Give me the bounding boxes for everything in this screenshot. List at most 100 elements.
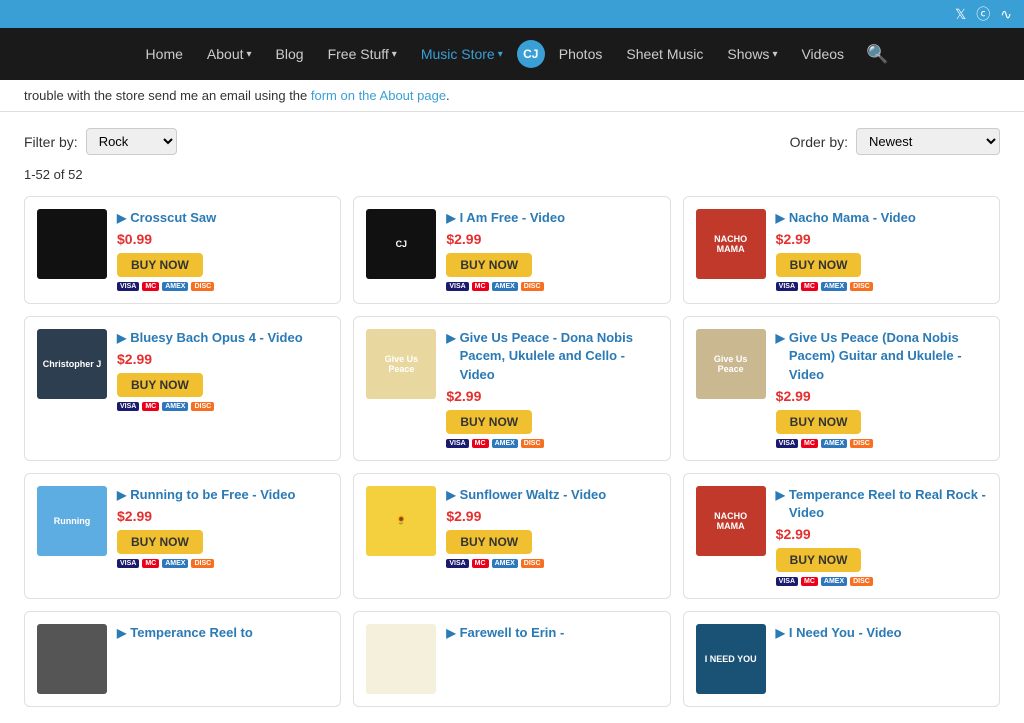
product-thumbnail: I NEED YOU — [696, 624, 766, 694]
visa-icon: VISA — [117, 402, 139, 411]
visa-icon: VISA — [117, 282, 139, 291]
visa-icon: VISA — [776, 282, 798, 291]
payment-icons: VISAMCAMEXDISC — [117, 402, 328, 411]
nav-shows[interactable]: Shows ▾ — [717, 40, 787, 68]
play-icon: ▶ — [776, 330, 785, 347]
payment-icons: VISAMCAMEXDISC — [776, 439, 987, 448]
product-thumbnail: Give Us Peace — [696, 329, 766, 399]
about-page-link[interactable]: form on the About page — [311, 88, 446, 103]
product-thumbnail: Give Us Peace — [366, 329, 436, 399]
product-thumbnail: NACHO MAMA — [696, 209, 766, 279]
product-price: $2.99 — [776, 526, 987, 542]
nav-home[interactable]: Home — [136, 40, 193, 68]
mc-icon: MC — [801, 577, 818, 586]
social-bar: 𝕏 ⓒ ∿ — [0, 0, 1024, 28]
product-thumbnail: 🌻 — [366, 486, 436, 556]
buy-now-button[interactable]: BUY NOW — [117, 373, 203, 397]
product-card: Running▶Running to be Free - Video$2.99B… — [24, 473, 341, 599]
search-icon[interactable]: 🔍 — [866, 44, 888, 65]
amex-icon: AMEX — [492, 282, 518, 291]
visa-icon: VISA — [446, 282, 468, 291]
about-dropdown-arrow: ▾ — [247, 49, 252, 60]
buy-now-button[interactable]: BUY NOW — [446, 530, 532, 554]
mc-icon: MC — [801, 439, 818, 448]
instagram-link[interactable]: ⓒ — [976, 4, 990, 24]
nav-photos[interactable]: Photos — [549, 40, 613, 68]
buy-now-button[interactable]: BUY NOW — [446, 253, 532, 277]
play-icon: ▶ — [776, 210, 785, 227]
product-price: $2.99 — [446, 388, 657, 404]
product-card: NACHO MAMA▶Nacho Mama - Video$2.99BUY NO… — [683, 196, 1000, 304]
disc-icon: DISC — [191, 402, 214, 411]
product-thumbnail: CJ — [366, 209, 436, 279]
amex-icon: AMEX — [492, 439, 518, 448]
product-info: ▶Crosscut Saw $0.99 BUY NOW VISAMCAMEXDISC — [117, 209, 328, 291]
amex-icon: AMEX — [821, 439, 847, 448]
product-title: ▶Temperance Reel to Real Rock - Video — [776, 486, 987, 522]
disc-icon: DISC — [521, 559, 544, 568]
product-card: ▶Temperance Reel to — [24, 611, 341, 707]
amex-icon: AMEX — [162, 559, 188, 568]
notice-bar: trouble with the store send me an email … — [0, 80, 1024, 112]
buy-now-button[interactable]: BUY NOW — [117, 253, 203, 277]
play-icon: ▶ — [446, 210, 455, 227]
visa-icon: VISA — [446, 439, 468, 448]
product-info: ▶Nacho Mama - Video$2.99BUY NOWVISAMCAME… — [776, 209, 987, 291]
filter-row: Filter by: Rock Blues Classical Country … — [24, 128, 1000, 155]
nav-free-stuff[interactable]: Free Stuff ▾ — [318, 40, 407, 68]
visa-icon: VISA — [117, 559, 139, 568]
product-title: ▶Give Us Peace (Dona Nobis Pacem) Guitar… — [776, 329, 987, 384]
disc-icon: DISC — [850, 577, 873, 586]
payment-icons: VISAMCAMEXDISC — [117, 282, 328, 291]
product-title: ▶Crosscut Saw — [117, 209, 328, 227]
product-title: ▶I Am Free - Video — [446, 209, 657, 227]
buy-now-button[interactable]: BUY NOW — [117, 530, 203, 554]
nav-videos[interactable]: Videos — [791, 40, 854, 68]
product-title-partial: ▶I Need You - Video — [776, 624, 987, 642]
product-thumbnail: NACHO MAMA — [696, 486, 766, 556]
nav-about[interactable]: About ▾ — [197, 40, 262, 68]
play-icon: ▶ — [776, 625, 785, 642]
product-thumbnail: Running — [37, 486, 107, 556]
rss-link[interactable]: ∿ — [1000, 6, 1012, 23]
filter-label: Filter by: — [24, 134, 78, 150]
product-info: ▶Running to be Free - Video$2.99BUY NOWV… — [117, 486, 328, 568]
payment-icons: VISAMCAMEXDISC — [446, 559, 657, 568]
product-title-partial: ▶Temperance Reel to — [117, 624, 328, 642]
amex-icon: AMEX — [821, 577, 847, 586]
nav-sheet-music[interactable]: Sheet Music — [616, 40, 713, 68]
product-price: $2.99 — [117, 351, 328, 367]
product-card: CJ ▶I Am Free - Video $2.99 BUY NOW VISAMCAM… — [353, 196, 670, 304]
product-card: I NEED YOU ▶I Need You - Video — [683, 611, 1000, 707]
filter-left: Filter by: Rock Blues Classical Country … — [24, 128, 177, 155]
product-info: ▶Give Us Peace (Dona Nobis Pacem) Guitar… — [776, 329, 987, 448]
amex-icon: AMEX — [492, 559, 518, 568]
filter-select[interactable]: Rock Blues Classical Country Jazz Pop — [86, 128, 177, 155]
music-store-dropdown-arrow: ▾ — [498, 49, 503, 60]
rss-icon: ∿ — [1000, 6, 1012, 22]
product-price: $2.99 — [446, 231, 657, 247]
product-thumbnail: Christopher J — [37, 329, 107, 399]
product-price: $0.99 — [117, 231, 328, 247]
product-price: $2.99 — [776, 388, 987, 404]
buy-now-button[interactable]: BUY NOW — [776, 548, 862, 572]
mc-icon: MC — [142, 402, 159, 411]
buy-now-button[interactable]: BUY NOW — [776, 253, 862, 277]
buy-now-button[interactable]: BUY NOW — [776, 410, 862, 434]
visa-icon: VISA — [776, 577, 798, 586]
order-select[interactable]: Newest Oldest Price: Low to High Price: … — [856, 128, 1000, 155]
payment-icons: VISAMCAMEXDISC — [446, 282, 657, 291]
product-title: ▶Give Us Peace - Dona Nobis Pacem, Ukule… — [446, 329, 657, 384]
disc-icon: DISC — [521, 282, 544, 291]
play-icon: ▶ — [117, 487, 126, 504]
mc-icon: MC — [472, 559, 489, 568]
play-icon: ▶ — [776, 487, 785, 504]
cj-logo[interactable]: CJ — [517, 40, 545, 68]
nav-music-store[interactable]: Music Store ▾ — [411, 40, 513, 68]
disc-icon: DISC — [850, 282, 873, 291]
twitter-link[interactable]: 𝕏 — [955, 6, 966, 23]
nav-blog[interactable]: Blog — [266, 40, 314, 68]
buy-now-button[interactable]: BUY NOW — [446, 410, 532, 434]
product-card: Give Us Peace▶Give Us Peace (Dona Nobis … — [683, 316, 1000, 461]
instagram-icon: ⓒ — [976, 6, 990, 22]
